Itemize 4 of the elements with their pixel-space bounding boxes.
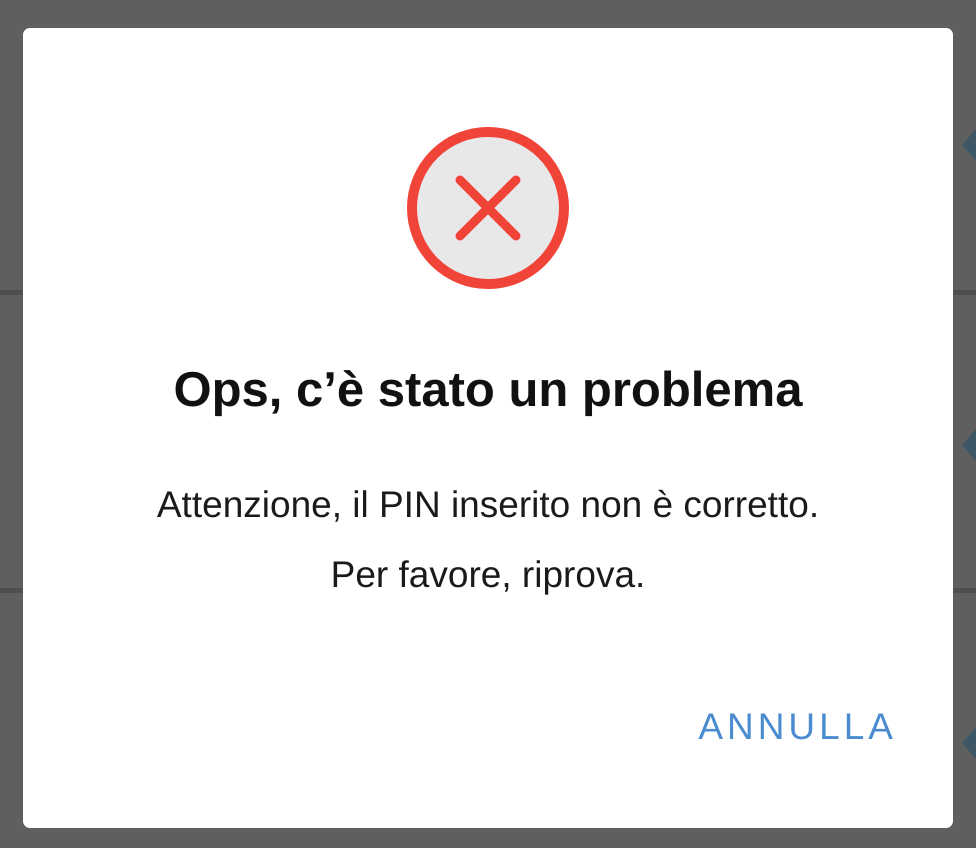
dialog-title: Ops, c’è stato un problema [174,362,802,418]
dialog-message: Attenzione, il PIN inserito non è corretto. Per favore, riprova. [156,483,820,597]
cancel-button[interactable]: ANNULLA [680,698,915,756]
error-icon [406,126,570,290]
